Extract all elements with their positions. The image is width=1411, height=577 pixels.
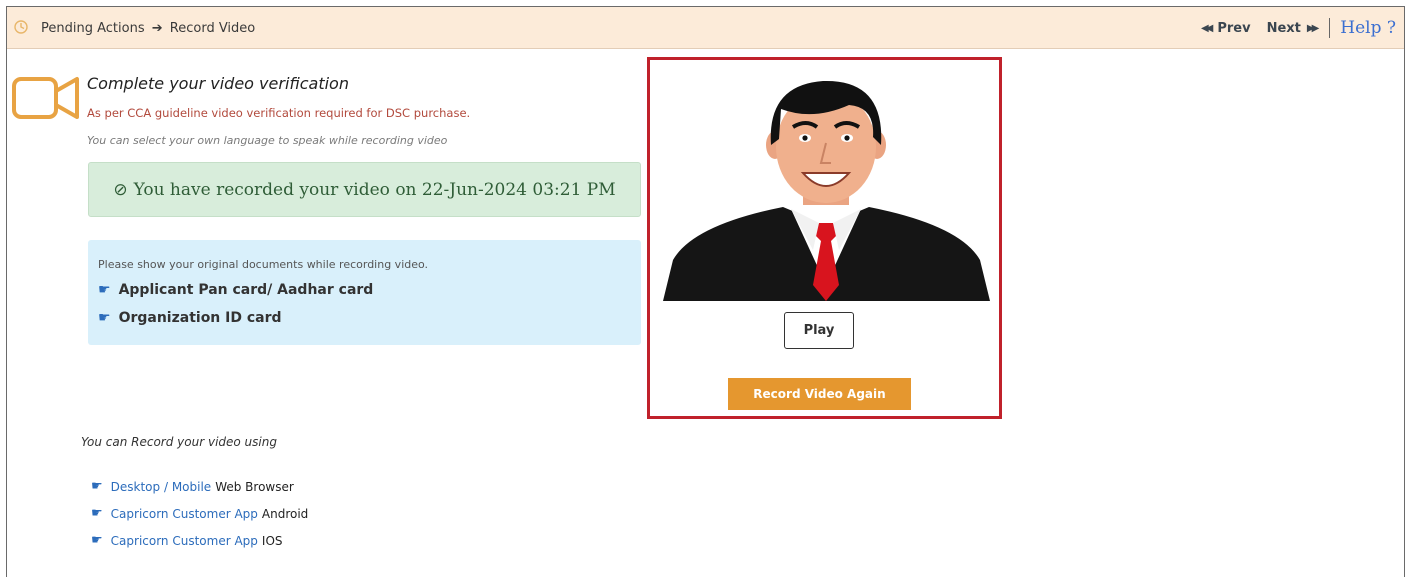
- prev-link[interactable]: ◀◀ Prev: [1201, 21, 1251, 36]
- document-item: ☛ Applicant Pan card/ Aadhar card: [98, 282, 373, 298]
- hand-pointer-icon: ☛: [91, 506, 103, 521]
- success-message: You have recorded your video on 22-Jun-2…: [133, 179, 616, 200]
- record-option-text: IOS: [261, 533, 283, 548]
- document-item: ☛ Organization ID card: [98, 310, 282, 326]
- page-title: Complete your video verification: [87, 74, 349, 93]
- record-option-text: Android: [261, 506, 309, 521]
- success-alert: ⊘ You have recorded your video on 22-Jun…: [88, 162, 641, 217]
- record-option-text: Web Browser: [215, 479, 294, 494]
- breadcrumb-current: Record Video: [169, 21, 256, 36]
- avatar-illustration: [663, 80, 990, 301]
- record-again-button[interactable]: Record Video Again: [728, 378, 911, 410]
- divider: [1329, 18, 1331, 38]
- record-options-heading: You can Record your video using: [81, 435, 277, 449]
- document-label: Applicant Pan card/ Aadhar card: [118, 282, 374, 298]
- clock-icon: [14, 20, 28, 34]
- record-option-link[interactable]: Capricorn Customer App: [111, 507, 258, 521]
- record-option-link[interactable]: Desktop / Mobile: [111, 480, 212, 494]
- record-option: ☛ Capricorn Customer App IOS: [91, 533, 283, 548]
- video-camera-icon: [12, 77, 79, 119]
- requirement-text: As per CCA guideline video verification …: [87, 106, 471, 120]
- hand-pointer-icon: ☛: [91, 533, 103, 548]
- check-circle-icon: ⊘: [113, 179, 128, 200]
- hand-pointer-icon: ☛: [91, 479, 103, 494]
- next-link[interactable]: Next ▶▶: [1266, 20, 1320, 36]
- record-option-link[interactable]: Capricorn Customer App: [111, 534, 258, 548]
- hand-pointer-icon: ☛: [98, 310, 111, 326]
- page-frame: Pending Actions ➔ Record Video ◀◀ Prev N…: [6, 6, 1405, 577]
- help-link[interactable]: Help ?: [1340, 18, 1396, 38]
- double-left-arrow-icon: ◀◀: [1200, 22, 1214, 34]
- video-panel: Play Record Video Again: [647, 57, 1002, 419]
- breadcrumb-parent[interactable]: Pending Actions: [41, 21, 145, 36]
- record-option: ☛ Capricorn Customer App Android: [91, 506, 308, 521]
- double-right-arrow-icon: ▶▶: [1306, 22, 1320, 34]
- language-note: You can select your own language to spea…: [87, 134, 448, 147]
- breadcrumb: Pending Actions ➔ Record Video: [41, 21, 255, 36]
- arrow-right-icon: ➔: [151, 21, 163, 36]
- documents-note: Please show your original documents whil…: [98, 258, 429, 271]
- documents-info: Please show your original documents whil…: [88, 240, 641, 345]
- next-label: Next: [1266, 20, 1301, 36]
- pager: ◀◀ Prev Next ▶▶ Help ?: [1185, 15, 1396, 41]
- prev-label: Prev: [1217, 20, 1251, 36]
- document-label: Organization ID card: [118, 310, 282, 326]
- play-button[interactable]: Play: [784, 312, 854, 349]
- record-option: ☛ Desktop / Mobile Web Browser: [91, 479, 294, 494]
- hand-pointer-icon: ☛: [98, 282, 111, 298]
- top-bar: Pending Actions ➔ Record Video ◀◀ Prev N…: [7, 7, 1404, 49]
